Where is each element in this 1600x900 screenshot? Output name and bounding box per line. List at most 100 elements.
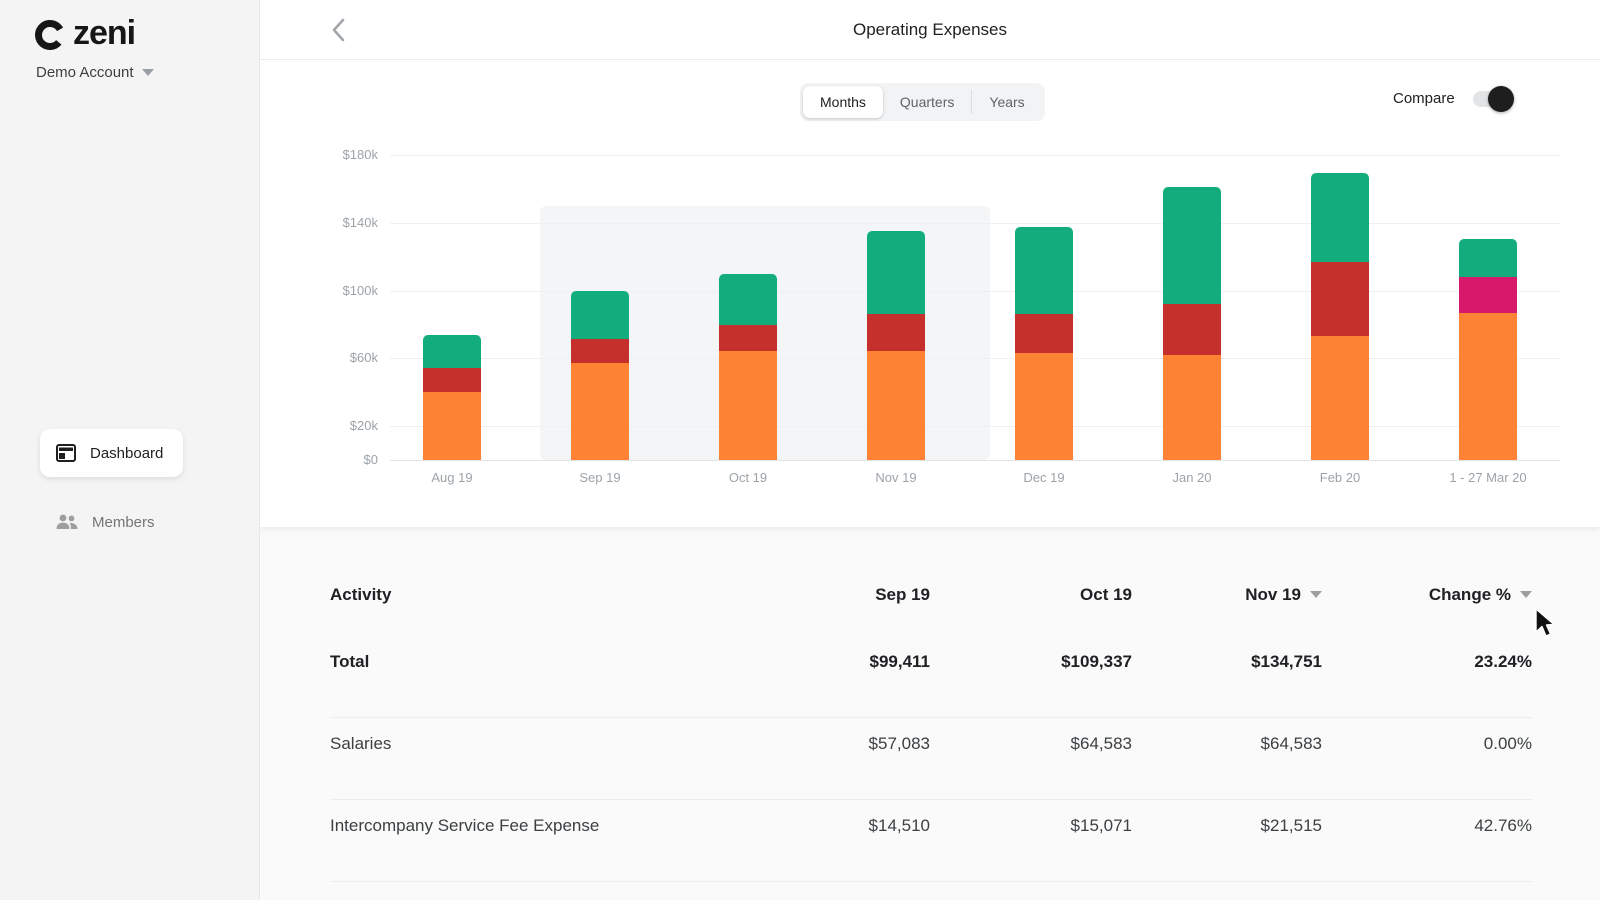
- x-axis-tick: Nov 19: [822, 470, 970, 485]
- gridline: [390, 155, 1560, 156]
- table-row-salaries[interactable]: Salaries $57,083 $64,583 $64,583 0.00%: [330, 718, 1532, 800]
- bar-segment-salaries[interactable]: [1163, 354, 1221, 460]
- y-axis-tick: $20k: [318, 418, 378, 433]
- bar-aug-19[interactable]: [423, 336, 481, 460]
- col-header-label: Nov 19: [1245, 585, 1301, 605]
- sidebar-item-dashboard[interactable]: Dashboard: [40, 429, 183, 477]
- bar-sep-19[interactable]: [571, 292, 629, 460]
- tab-years[interactable]: Years: [972, 86, 1041, 118]
- chevron-down-icon: [142, 69, 154, 76]
- cell-change: 23.24%: [1322, 636, 1532, 672]
- col-header-activity: Activity: [330, 585, 760, 605]
- bar-segment-salaries[interactable]: [1015, 353, 1073, 460]
- cell-nov19: $21,515: [1132, 800, 1322, 836]
- sort-caret-icon: [1310, 591, 1322, 598]
- gridline: [390, 223, 1560, 224]
- y-axis-tick: $180k: [318, 147, 378, 162]
- col-header-label: Change %: [1429, 585, 1511, 605]
- cell-nov19: $134,751: [1132, 636, 1322, 672]
- tab-quarters[interactable]: Quarters: [883, 86, 971, 118]
- bar-jan-20[interactable]: [1163, 187, 1221, 460]
- table-header-row: Activity Sep 19 Oct 19 Nov 19 Change %: [330, 553, 1532, 636]
- x-axis-tick: Jan 20: [1118, 470, 1266, 485]
- gridline: [390, 291, 1560, 292]
- dashboard-icon: [56, 444, 76, 462]
- row-label: Salaries: [330, 718, 760, 754]
- account-switcher[interactable]: Demo Account: [36, 64, 154, 81]
- bar-segment-salaries[interactable]: [867, 350, 925, 460]
- mouse-cursor: [1534, 608, 1560, 638]
- cell-sep19: $14,510: [760, 800, 930, 836]
- bar-segment-other-expenses[interactable]: [571, 291, 629, 339]
- cell-change: 42.76%: [1322, 800, 1532, 836]
- content-card: Operating Expenses Months Quarters Years…: [260, 0, 1600, 527]
- bar-feb-20[interactable]: [1311, 174, 1369, 460]
- bar-segment-intercompany-service-fee-expense[interactable]: [423, 368, 481, 392]
- sidebar-item-label: Members: [92, 514, 155, 531]
- cell-nov19: $64,583: [1132, 718, 1322, 754]
- bar-segment-intercompany-service-fee-expense[interactable]: [1163, 304, 1221, 355]
- cell-oct19: $109,337: [930, 636, 1132, 672]
- sidebar: zeni Demo Account Dashboard Members: [0, 0, 260, 900]
- activity-table: Activity Sep 19 Oct 19 Nov 19 Change % T…: [330, 553, 1532, 882]
- cell-change: 0.00%: [1322, 718, 1532, 754]
- x-axis-tick: 1 - 27 Mar 20: [1414, 470, 1562, 485]
- tab-months[interactable]: Months: [803, 86, 883, 118]
- table-row-total[interactable]: Total $99,411 $109,337 $134,751 23.24%: [330, 636, 1532, 718]
- bar-oct-19[interactable]: [719, 275, 777, 460]
- logo-text: zeni: [73, 14, 135, 53]
- zeni-logo-icon: [32, 16, 68, 52]
- bar-segment-highlighted-expense[interactable]: [1459, 277, 1517, 313]
- sidebar-item-label: Dashboard: [90, 445, 163, 462]
- sidebar-item-members[interactable]: Members: [56, 507, 155, 537]
- y-axis-tick: $100k: [318, 283, 378, 298]
- y-axis-tick: $0: [318, 452, 378, 467]
- bar-segment-other-expenses[interactable]: [867, 231, 925, 314]
- gridline: [390, 358, 1560, 359]
- expenses-bar-chart: $0$20k$60k$100k$140k$180kAug 19Sep 19Oct…: [390, 140, 1560, 460]
- members-icon: [56, 514, 78, 530]
- col-header-change[interactable]: Change %: [1322, 585, 1532, 605]
- toggle-knob: [1488, 86, 1514, 112]
- col-header-oct19: Oct 19: [930, 585, 1132, 605]
- bar-segment-other-expenses[interactable]: [423, 335, 481, 368]
- gridline: [390, 426, 1560, 427]
- bar-segment-other-expenses[interactable]: [719, 274, 777, 325]
- bar-segment-salaries[interactable]: [1459, 312, 1517, 460]
- cell-sep19: $99,411: [760, 636, 930, 672]
- x-axis-tick: Sep 19: [526, 470, 674, 485]
- bar-1-27-mar-20[interactable]: [1459, 240, 1517, 460]
- bar-segment-other-expenses[interactable]: [1311, 173, 1369, 262]
- sort-caret-icon: [1520, 591, 1532, 598]
- account-name: Demo Account: [36, 64, 134, 81]
- bar-segment-other-expenses[interactable]: [1459, 239, 1517, 277]
- row-label: Intercompany Service Fee Expense: [330, 800, 760, 836]
- compare-toggle[interactable]: [1473, 91, 1511, 107]
- cell-oct19: $64,583: [930, 718, 1132, 754]
- x-axis-tick: Aug 19: [378, 470, 526, 485]
- bar-segment-intercompany-service-fee-expense[interactable]: [719, 325, 777, 351]
- x-axis-tick: Dec 19: [970, 470, 1118, 485]
- bar-segment-salaries[interactable]: [423, 392, 481, 460]
- bar-segment-salaries[interactable]: [719, 350, 777, 460]
- table-row-intercompany[interactable]: Intercompany Service Fee Expense $14,510…: [330, 800, 1532, 882]
- bar-segment-other-expenses[interactable]: [1015, 227, 1073, 314]
- bar-segment-salaries[interactable]: [1311, 336, 1369, 460]
- bar-dec-19[interactable]: [1015, 228, 1073, 460]
- bar-segment-salaries[interactable]: [571, 363, 629, 460]
- y-axis-tick: $140k: [318, 215, 378, 230]
- cell-sep19: $57,083: [760, 718, 930, 754]
- cell-oct19: $15,071: [930, 800, 1132, 836]
- bar-segment-intercompany-service-fee-expense[interactable]: [571, 338, 629, 363]
- col-header-sep19: Sep 19: [760, 585, 930, 605]
- col-header-nov19[interactable]: Nov 19: [1132, 585, 1322, 605]
- bar-segment-intercompany-service-fee-expense[interactable]: [1015, 314, 1073, 353]
- period-tabs: Months Quarters Years: [800, 83, 1045, 121]
- row-label: Total: [330, 636, 760, 672]
- compare-control: Compare: [1393, 90, 1511, 107]
- bar-segment-intercompany-service-fee-expense[interactable]: [867, 314, 925, 351]
- bar-segment-other-expenses[interactable]: [1163, 187, 1221, 304]
- y-axis-tick: $60k: [318, 350, 378, 365]
- bar-segment-intercompany-service-fee-expense[interactable]: [1311, 261, 1369, 336]
- bar-nov-19[interactable]: [867, 232, 925, 460]
